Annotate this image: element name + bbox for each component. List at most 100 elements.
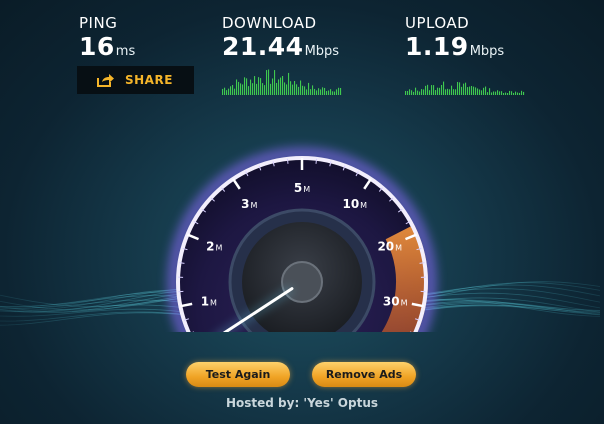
graph-bar [473,86,475,95]
graph-bar [340,87,342,95]
graph-bar [407,91,409,95]
download-value: 21.44 [222,32,304,61]
graph-bar [519,92,521,95]
graph-bar [246,78,248,95]
graph-bar [441,84,443,95]
share-button[interactable]: SHARE [77,66,194,94]
graph-bar [256,83,258,95]
graph-bar [232,84,234,95]
graph-bar [475,87,477,95]
graph-bar [487,92,489,95]
graph-bar [495,91,497,95]
graph-bar [336,89,338,95]
speed-gauge: 0M1M2M3M5M10M20M30M50M [167,146,437,332]
graph-bar [455,89,457,95]
graph-bar [234,88,236,95]
remove-ads-button[interactable]: Remove Ads [312,362,416,387]
graph-bar [280,77,282,95]
hosted-by-text: Hosted by: 'Yes' Optus [225,396,379,410]
graph-bar [282,75,284,95]
graph-bar [258,77,260,95]
graph-bar [497,90,499,95]
gauge-minor-tick [286,158,289,164]
graph-bar [310,89,312,95]
graph-bar [513,92,515,95]
download-unit: Mbps [304,44,340,59]
graph-bar [505,92,507,95]
graph-bar [493,91,495,95]
upload-value: 1.19 [405,32,469,61]
graph-bar [515,91,517,95]
graph-bar [278,79,280,95]
graph-bar [260,78,262,95]
test-again-button[interactable]: Test Again [186,362,290,387]
graph-bar [244,77,246,95]
graph-bar [300,80,302,95]
graph-bar [461,86,463,95]
graph-bar [423,89,425,95]
upload-stat: UPLOAD 1.19Mbps [405,14,504,61]
graph-bar [447,88,449,95]
graph-bar [272,78,274,95]
ping-unit: ms [115,44,136,59]
graph-bar [328,90,330,95]
graph-bar [254,76,256,95]
graph-bar [453,89,455,95]
graph-bar [499,91,501,95]
graph-bar [304,86,306,95]
graph-bar [479,89,481,95]
graph-bar [230,86,232,95]
graph-bar [449,89,451,95]
graph-bar [240,83,242,95]
graph-bar [330,89,332,95]
graph-bar [465,82,467,95]
upload-value-row: 1.19Mbps [405,32,504,61]
graph-bar [467,87,469,95]
graph-bar [248,86,250,95]
graph-bar [236,79,238,95]
graph-bar [413,91,415,95]
graph-bar [481,90,483,95]
graph-bar [312,85,314,95]
graph-bar [421,89,423,95]
graph-bar [435,90,437,95]
graph-bar [250,79,252,95]
graph-bar [451,85,453,95]
graph-bar [294,80,296,95]
graph-bar [469,86,471,95]
graph-bar [296,84,298,95]
graph-bar [433,85,435,95]
ping-stat: PING 16ms [79,14,135,61]
graph-bar [314,88,316,95]
graph-bar [288,72,290,95]
graph-bar [523,91,525,95]
graph-bar [286,84,288,95]
graph-bar [316,90,318,95]
graph-bar [334,91,336,95]
graph-bar [222,88,224,95]
graph-bar [471,85,473,95]
share-arrow-icon [97,74,114,87]
graph-bar [322,87,324,95]
graph-bar [517,92,519,95]
graph-bar [262,83,264,95]
graph-bar [419,91,421,95]
graph-bar [491,92,493,95]
graph-bar [511,91,513,95]
graph-bar [332,91,334,95]
graph-bar [431,85,433,95]
graph-bar [274,70,276,95]
graph-bar [228,88,230,95]
graph-bar [443,81,445,95]
graph-bar [326,91,328,95]
graph-bar [409,89,411,95]
graph-bar [338,87,340,95]
gauge-minor-tick [315,158,318,164]
graph-bar [521,90,523,95]
graph-bar [405,90,407,95]
graph-bar [411,90,413,95]
graph-bar [501,91,503,95]
download-stat: DOWNLOAD 21.44Mbps [222,14,339,61]
graph-bar [242,84,244,95]
graph-bar [284,82,286,95]
